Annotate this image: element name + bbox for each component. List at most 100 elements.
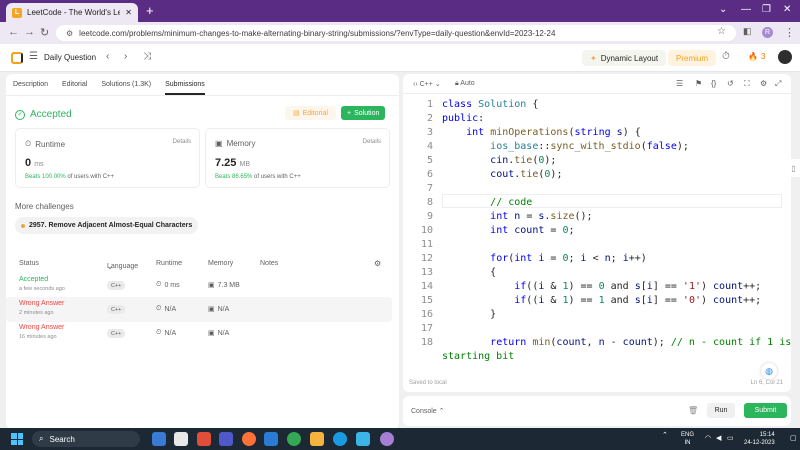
close-tab-icon[interactable]: ✕ (125, 8, 132, 17)
line-number: 4 (426, 141, 433, 152)
console-toggle[interactable]: Console ⌃ (411, 407, 445, 415)
notes-icon[interactable]: ☰ (676, 79, 683, 88)
memory-value: 7.25 (215, 157, 237, 169)
code-area[interactable]: 1 2 3 4 5 6 7 8 9 10 11 12 13 14 15 16 1… (403, 98, 791, 370)
solution-button[interactable]: + Solution (341, 106, 386, 120)
braces-icon[interactable]: {} (711, 79, 716, 88)
memory-card[interactable]: ▣ Memory Details 7.25 MB Beats 86.65% of … (205, 128, 390, 188)
teams-icon[interactable] (219, 432, 233, 446)
bookmark-icon[interactable]: ⚑ (695, 79, 702, 88)
line-number: 6 (426, 169, 433, 180)
forward-icon[interactable]: → (24, 26, 35, 38)
system-clock[interactable]: 15:14 24-12-2023 (744, 431, 775, 447)
edge-icon[interactable] (333, 432, 347, 446)
battery-icon[interactable]: ▭ (727, 434, 734, 442)
shuffle-icon[interactable]: ⤨ (143, 51, 151, 62)
chrome-profile-icon[interactable] (380, 432, 394, 446)
col-notes[interactable]: Notes (260, 260, 278, 267)
minimize-icon[interactable]: — (741, 4, 751, 15)
taskbar-search[interactable]: ⌕ Search (32, 431, 140, 447)
expand-icon[interactable]: ⤢ (775, 79, 781, 89)
row-runtime-value: 0 ms (164, 281, 180, 289)
code-line: ios_base::sync_with_stdio(false); (490, 141, 689, 152)
windows-start-icon[interactable] (11, 433, 23, 445)
browser-tab[interactable]: L LeetCode - The World's Leadin ✕ (6, 3, 138, 22)
check-circle-icon: ✓ (15, 109, 25, 120)
col-memory[interactable]: Memory (208, 260, 233, 267)
sidebar-toggle-icon[interactable]: ◧ (743, 26, 752, 37)
tab-editorial[interactable]: Editorial (62, 81, 87, 88)
vscode-icon[interactable] (264, 432, 278, 446)
new-tab-icon[interactable]: + (146, 3, 154, 18)
memory-beats-pct: Beats 86.65% (215, 174, 253, 180)
more-challenges-heading: More challenges (15, 202, 74, 211)
fullscreen-icon[interactable]: ⛶ (744, 79, 750, 89)
timer-icon[interactable]: ⏱ (722, 51, 730, 62)
store-icon[interactable] (356, 432, 370, 446)
leetcode-logo[interactable] (11, 52, 23, 64)
notification-icon[interactable]: ▢ (790, 434, 797, 442)
user-avatar[interactable] (778, 50, 792, 64)
plus-icon: + (347, 109, 352, 117)
file-explorer-icon[interactable] (174, 432, 188, 446)
accepted-label: Accepted (30, 109, 72, 120)
settings-gear-icon[interactable]: ⚙ (374, 259, 381, 268)
row-status[interactable]: Wrong Answer (19, 300, 64, 307)
submit-button[interactable]: Submit (744, 403, 787, 418)
table-row[interactable]: Accepted a few seconds ago C++ ⏲ 0 ms ▣ 7.… (6, 273, 392, 298)
brave-icon[interactable] (197, 432, 211, 446)
col-runtime[interactable]: Runtime (156, 260, 182, 267)
autocomplete-mode[interactable]: 🔒︎ Auto (455, 80, 475, 88)
chrome-icon[interactable] (287, 432, 301, 446)
side-panel-tab[interactable]: ▯ (787, 159, 800, 177)
daily-question-label[interactable]: Daily Question (44, 53, 96, 62)
tab-title: LeetCode - The World's Leadin (27, 8, 121, 17)
folder-icon[interactable] (310, 432, 324, 446)
firefox-icon[interactable] (242, 432, 256, 446)
problem-list-icon[interactable]: ☰ (29, 51, 38, 62)
table-row[interactable]: Wrong Answer 2 minutes ago C++ ⏲ N/A ▣ N/A (6, 297, 392, 322)
browser-menu-icon[interactable]: ⋮ (784, 26, 795, 39)
task-view-icon[interactable] (152, 432, 166, 446)
dynamic-layout-button[interactable]: ✦ Dynamic Layout (582, 50, 667, 66)
language-select[interactable]: ‹› C++ ⌄ (413, 80, 441, 88)
tab-search-icon[interactable]: ⌄ (719, 4, 727, 15)
code-line: int n = s.size(); (490, 211, 593, 222)
editorial-button[interactable]: ▤ Editorial (285, 106, 336, 120)
url-field[interactable]: ⚙ leetcode.com/problems/minimum-changes-… (56, 25, 736, 41)
profile-avatar[interactable]: R (762, 27, 773, 38)
run-button[interactable]: Run (707, 403, 735, 418)
tray-overflow-icon[interactable]: ⌃ (662, 431, 668, 439)
language-indicator[interactable]: ENG IN (681, 431, 694, 447)
next-problem-icon[interactable]: › (124, 51, 127, 62)
runtime-details-link[interactable]: Details (173, 139, 191, 145)
tab-solutions[interactable]: Solutions (1.3K) (101, 81, 151, 88)
tab-description[interactable]: Description (13, 81, 48, 88)
trash-icon[interactable]: 🗑︎ (688, 406, 698, 415)
tab-submissions[interactable]: Submissions (165, 75, 205, 95)
prev-problem-icon[interactable]: ‹ (106, 51, 109, 62)
leetcode-header: ☰ Daily Question ‹ › ⤨ ✦ Dynamic Layout … (0, 44, 800, 72)
row-status[interactable]: Wrong Answer (19, 324, 64, 331)
close-window-icon[interactable]: ✕ (783, 4, 791, 15)
bookmark-star-icon[interactable]: ☆ (717, 26, 726, 37)
premium-button[interactable]: Premium (668, 50, 717, 66)
settings-icon[interactable]: ⚙ (760, 79, 767, 88)
col-status[interactable]: Status (19, 260, 39, 267)
streak-counter[interactable]: 🔥 3 (748, 52, 765, 61)
reset-icon[interactable]: ↺ (727, 79, 734, 88)
lang-code: ENG (681, 432, 695, 438)
reload-icon[interactable]: ↻ (40, 26, 49, 39)
table-row[interactable]: Wrong Answer 16 minutes ago C++ ⏲ N/A ▣ N/… (6, 321, 392, 346)
challenge-chip[interactable]: 2957. Remove Adjacent Almost-Equal Chara… (15, 217, 199, 234)
row-status[interactable]: Accepted (19, 276, 48, 283)
volume-icon[interactable]: ◀ (716, 434, 721, 442)
chat-help-button[interactable]: ◍ (761, 363, 777, 379)
memory-details-link[interactable]: Details (363, 139, 381, 145)
back-icon[interactable]: ← (8, 26, 19, 38)
maximize-icon[interactable]: ❐ (762, 4, 771, 15)
runtime-card[interactable]: ⏲ Runtime Details 0 ms Beats 100.00% of u… (15, 128, 200, 188)
wifi-icon[interactable]: ◠ (705, 434, 711, 442)
site-info-icon[interactable]: ⚙ (66, 29, 73, 38)
